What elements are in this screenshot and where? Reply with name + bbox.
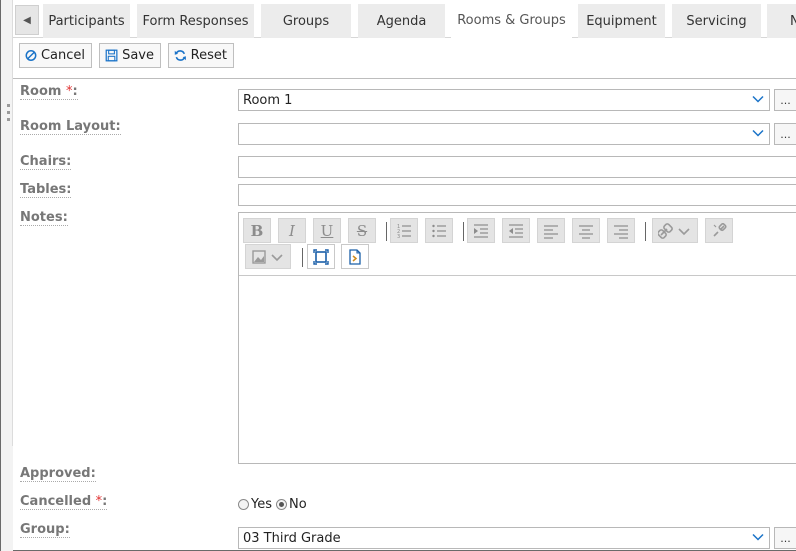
tab-servicing[interactable]: Servicing — [672, 4, 761, 38]
approved-label: Approved: — [20, 466, 96, 482]
room-layout-label: Room Layout: — [20, 119, 121, 135]
group-select[interactable]: 03 Third Grade — [238, 527, 770, 549]
left-splitter[interactable] — [1, 0, 13, 446]
room-select[interactable]: Room 1 — [238, 89, 770, 111]
chairs-input[interactable] — [238, 156, 796, 178]
toolbar-separator — [386, 222, 387, 241]
cancelled-yes-label[interactable]: Yes — [251, 497, 272, 512]
align-right-button[interactable] — [607, 218, 635, 243]
ordered-list-button[interactable]: 123 — [390, 218, 418, 243]
toolbar-separator — [463, 222, 464, 241]
room-lookup-button[interactable]: ... — [774, 89, 796, 111]
indent-button[interactable] — [467, 218, 495, 243]
notes-label: Notes: — [20, 210, 68, 226]
tab-form-responses[interactable]: Form Responses — [137, 4, 254, 38]
caret-left-icon: ◀ — [23, 14, 31, 26]
html-source-icon — [349, 248, 361, 265]
view-source-button[interactable] — [341, 244, 369, 269]
save-icon — [105, 49, 118, 62]
editor-toolbar: B I U S 123 — [239, 213, 796, 276]
indent-icon — [474, 223, 488, 238]
tab-equipment[interactable]: Equipment — [578, 4, 665, 38]
room-layout-select[interactable] — [238, 123, 770, 145]
align-left-button[interactable] — [537, 218, 565, 243]
ordered-list-icon: 123 — [397, 224, 411, 239]
svg-text:3: 3 — [397, 234, 400, 239]
tab-agenda[interactable]: Agenda — [358, 4, 445, 38]
tab-scroll-left-button[interactable]: ◀ — [15, 5, 39, 35]
align-center-button[interactable] — [572, 218, 600, 243]
group-label: Group: — [20, 522, 70, 538]
unlink-button[interactable] — [705, 218, 733, 243]
unlink-icon — [713, 222, 727, 237]
cancelled-no-radio[interactable] — [276, 499, 287, 510]
room-layout-lookup-button[interactable]: ... — [774, 123, 796, 145]
cancelled-label: Cancelled *: — [20, 494, 108, 510]
save-button[interactable]: Save — [99, 43, 161, 68]
tab-rooms-groups[interactable]: Rooms & Groups — [451, 2, 572, 38]
notes-content-area[interactable] — [239, 277, 796, 463]
outdent-icon — [509, 223, 523, 238]
tab-strip: ◀ Participants Form Responses Groups Age… — [13, 0, 796, 38]
refresh-icon — [174, 50, 186, 61]
insert-link-dropdown[interactable] — [652, 218, 698, 243]
align-right-icon — [614, 224, 628, 239]
tables-label: Tables: — [20, 182, 72, 198]
toolbar-divider — [13, 78, 796, 79]
outdent-button[interactable] — [502, 218, 530, 243]
image-icon — [252, 249, 283, 264]
notes-rich-text-editor: B I U S 123 — [238, 212, 796, 464]
insert-image-dropdown[interactable] — [245, 244, 291, 269]
tab-participants[interactable]: Participants — [43, 4, 130, 38]
cancelled-yes-radio[interactable] — [238, 499, 249, 510]
cancel-icon — [25, 50, 37, 61]
fullscreen-icon — [313, 248, 329, 265]
align-left-icon — [544, 224, 558, 239]
bullet-list-button[interactable] — [425, 218, 453, 243]
chevron-down-icon — [752, 95, 764, 103]
fullscreen-button[interactable] — [307, 244, 335, 269]
chairs-label: Chairs: — [20, 154, 72, 170]
cancel-button[interactable]: Cancel — [19, 43, 92, 68]
toolbar-separator — [302, 248, 303, 267]
tab-more[interactable]: N — [767, 4, 796, 38]
align-center-icon — [579, 224, 593, 239]
italic-button[interactable]: I — [278, 218, 306, 243]
room-label: Room *: — [20, 84, 78, 100]
toolbar-separator — [645, 222, 646, 241]
splitter-grip-icon[interactable] — [7, 104, 10, 126]
strikethrough-button[interactable]: S — [348, 218, 376, 243]
left-gutter-lower — [1, 446, 13, 551]
cancelled-radio-group: Yes No — [238, 497, 307, 512]
reset-button[interactable]: Reset — [168, 43, 234, 68]
group-lookup-button[interactable]: ... — [774, 527, 796, 549]
tables-input[interactable] — [238, 184, 796, 206]
underline-button[interactable]: U — [313, 218, 341, 243]
link-icon — [658, 222, 690, 239]
bullet-list-icon — [432, 224, 446, 237]
chevron-down-icon — [752, 533, 764, 541]
tab-groups[interactable]: Groups — [261, 4, 351, 38]
cancelled-no-label[interactable]: No — [289, 497, 307, 512]
chevron-down-icon — [752, 129, 764, 137]
bold-button[interactable]: B — [243, 218, 271, 243]
